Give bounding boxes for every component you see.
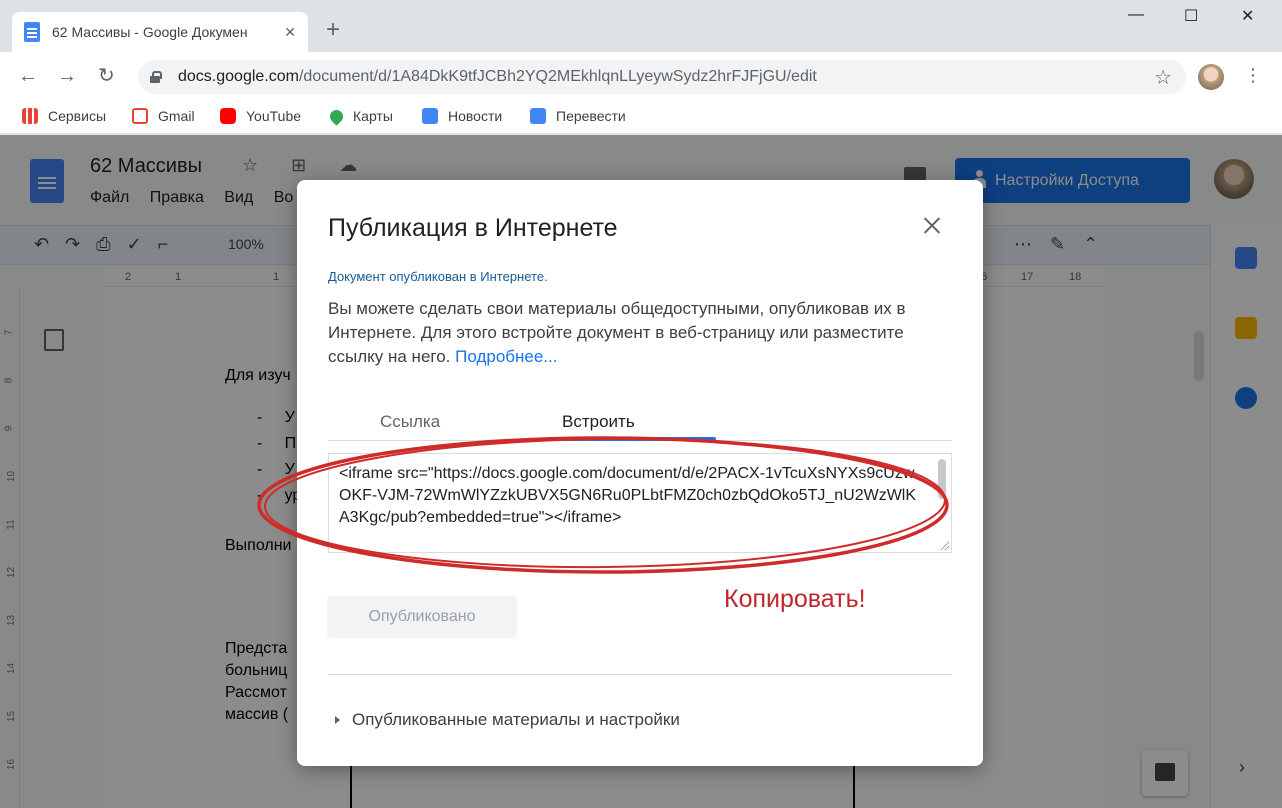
annotation-ellipse xyxy=(257,436,949,574)
